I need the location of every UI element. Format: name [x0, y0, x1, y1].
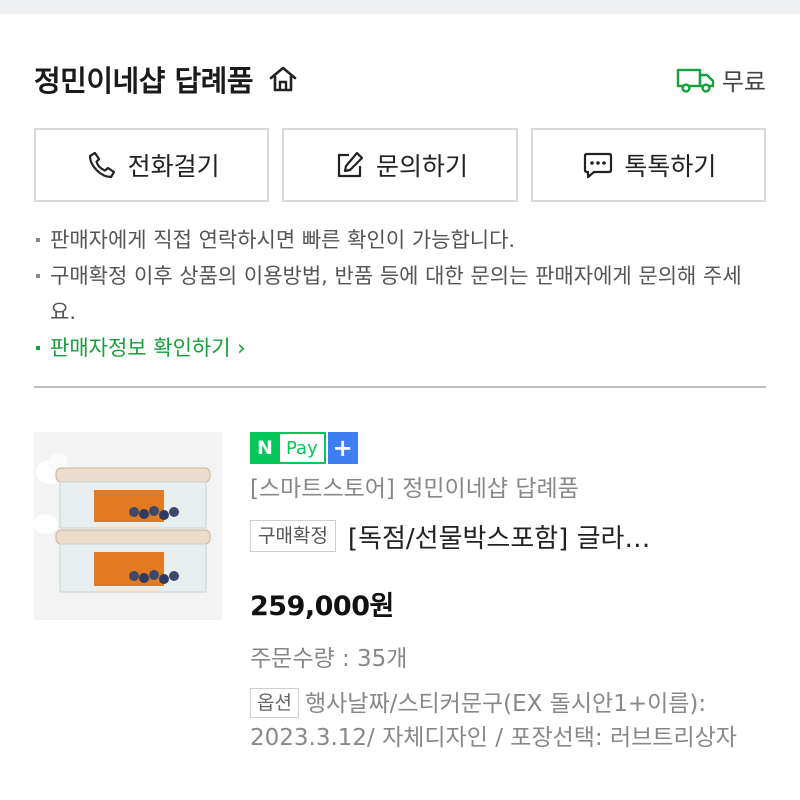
call-button-label: 전화걸기 [127, 152, 220, 181]
chat-bubble-icon [580, 147, 616, 183]
top-strip [0, 0, 800, 14]
order-product: N Pay + [스마트스토어] 정민이네샵 답례품 구매확정 [독점/선물박스… [34, 432, 766, 792]
status-badge: 구매확정 [250, 520, 336, 552]
shipping-label: 무료 [721, 68, 766, 96]
product-option: 옵션 행사날짜/스티커문구(EX 돌시안1+이름): 2023.3.12/ 자체디… [250, 687, 766, 755]
shipping-info: 무료 [676, 62, 766, 97]
call-button[interactable]: 전화걸기 [34, 128, 270, 202]
seller-info-item: 판매자정보 확인하기 › [34, 330, 766, 366]
option-badge: 옵션 [250, 688, 299, 718]
npay-plus-badge: + [327, 432, 358, 464]
chevron-right-icon: › [230, 336, 246, 360]
product-info: N Pay + [스마트스토어] 정민이네샵 답례품 구매확정 [독점/선물박스… [250, 432, 766, 755]
product-title-row: 구매확정 [독점/선물박스포함] 글라… [250, 516, 766, 556]
inquiry-button[interactable]: 문의하기 [282, 128, 518, 202]
option-text: 행사날짜/스티커문구(EX 돌시안1+이름): 2023.3.12/ 자체디자인… [250, 691, 737, 751]
inquiry-button-label: 문의하기 [375, 152, 468, 181]
product-price: 259,000원 [250, 591, 394, 622]
contact-buttons: 전화걸기 문의하기 톡톡하기 [34, 128, 766, 202]
product-thumbnail[interactable] [34, 432, 222, 620]
npay-pay-label: Pay [280, 432, 326, 464]
home-icon[interactable] [265, 61, 301, 97]
phone-icon [84, 147, 120, 183]
notice-item: 구매확정 이후 상품의 이용방법, 반품 등에 대한 문의는 판매자에게 문의해… [34, 258, 766, 330]
talk-button[interactable]: 톡톡하기 [530, 128, 766, 202]
store-name[interactable]: 정민이네샵 답례품 [34, 58, 254, 100]
talk-button-label: 톡톡하기 [624, 152, 717, 181]
order-quantity: 주문수량 : 35개 [250, 646, 408, 672]
product-store-name[interactable]: [스마트스토어] 정민이네샵 답례품 [250, 472, 766, 506]
store-header: 정민이네샵 답례품 무료 [34, 56, 766, 102]
notice-item: 판매자에게 직접 연락하시면 빠른 확인이 가능합니다. [34, 222, 766, 258]
product-title[interactable]: [독점/선물박스포함] 글라… [348, 518, 651, 555]
npay-n-logo: N [250, 432, 280, 464]
pencil-square-icon [332, 147, 368, 183]
section-divider [34, 386, 766, 388]
notice-list: 판매자에게 직접 연락하시면 빠른 확인이 가능합니다. 구매확정 이후 상품의… [34, 222, 766, 366]
truck-icon [676, 65, 716, 95]
seller-info-link[interactable]: 판매자정보 확인하기 [50, 336, 231, 360]
npay-badge: N Pay + [250, 432, 766, 464]
